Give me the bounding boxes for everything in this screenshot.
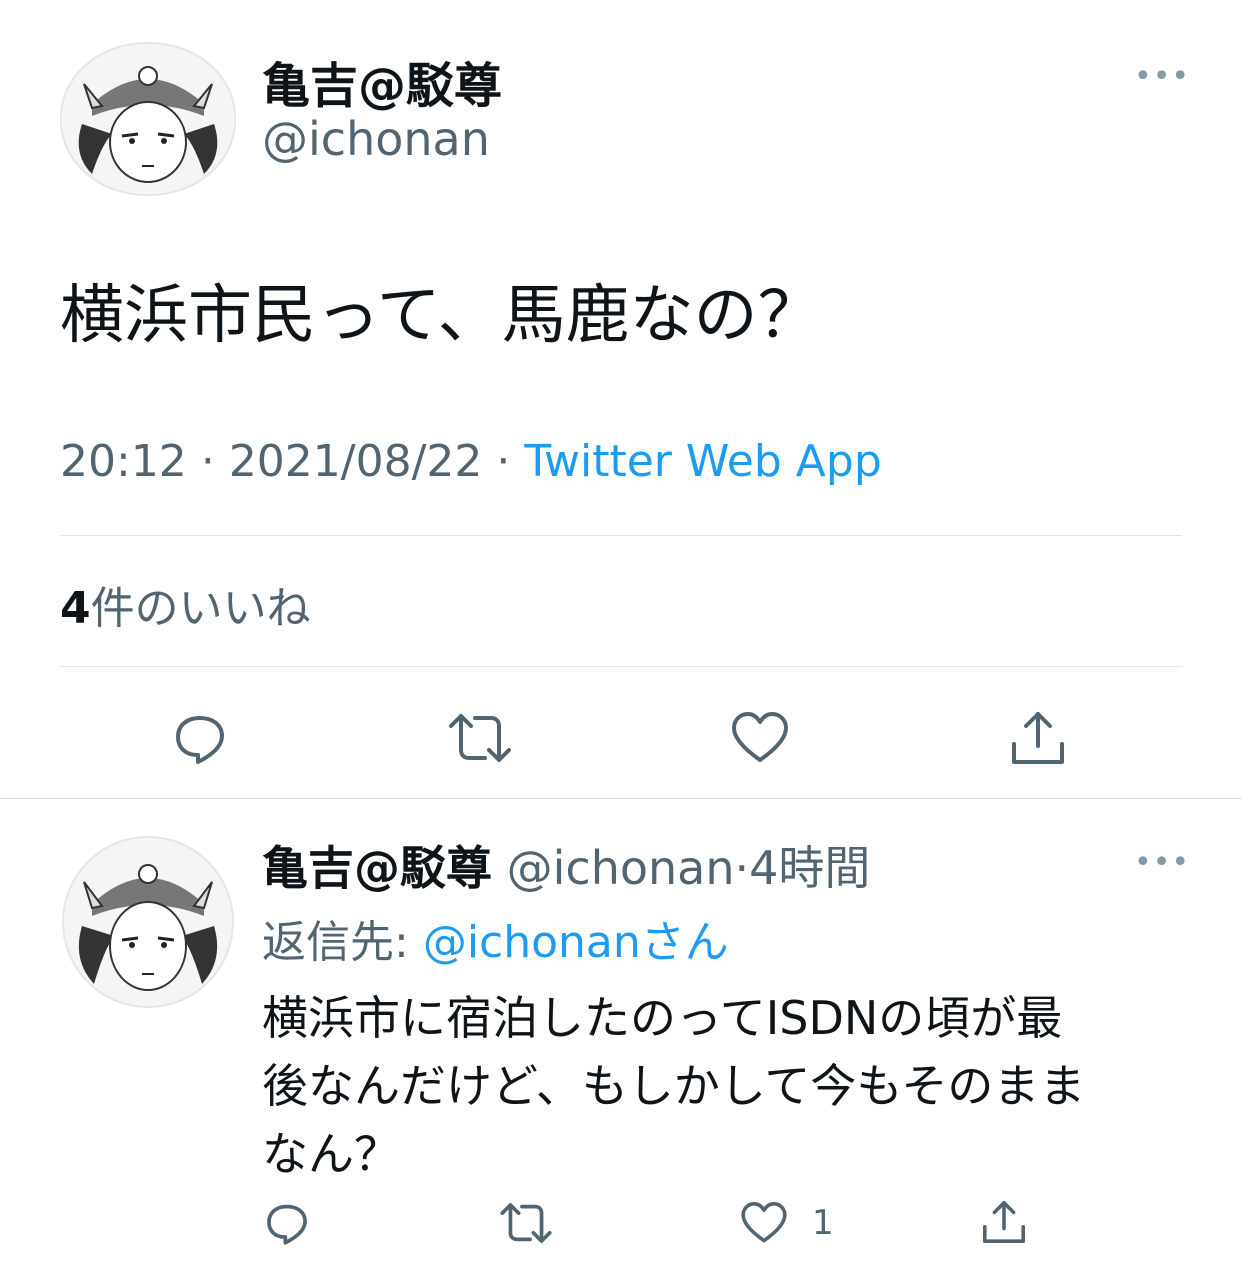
meta-separator: · [200, 436, 215, 487]
tweet-time: 20:12 [60, 436, 187, 487]
heart-icon [741, 1202, 787, 1243]
tweet-text: 横浜市民って、馬鹿なの？ [60, 279, 822, 353]
reply-separator: · [734, 841, 750, 895]
likes-label: 件のいいね [90, 583, 311, 634]
handle[interactable]: @ichonan [262, 112, 490, 166]
reply-header: 亀吉@駁尊 @ichonan·4時間 [262, 832, 870, 898]
share-icon [1012, 712, 1064, 764]
reply-text: 横浜市に宿泊したのってISDNの頃が最 後なんだけど、もしかして今もそのまま な… [262, 984, 1085, 1188]
like-button[interactable] [728, 706, 792, 770]
divider [60, 666, 1182, 667]
reply-button[interactable] [168, 706, 232, 770]
retweet-icon [449, 714, 511, 762]
tweet-meta: 20:12 · 2021/08/22 · Twitter Web App [60, 436, 882, 487]
source-link[interactable]: Twitter Web App [524, 436, 881, 487]
meta-separator: · [496, 436, 511, 487]
heart-icon [732, 712, 788, 762]
reply-icon [176, 716, 224, 764]
share-icon [983, 1201, 1025, 1243]
likes-count: 4 [60, 583, 91, 634]
avatar-illustration [62, 44, 234, 194]
reply-icon [267, 1204, 307, 1245]
reply-text-line: 横浜市に宿泊したのってISDNの頃が最 [262, 991, 1063, 1045]
section-divider [0, 798, 1242, 799]
divider [60, 535, 1182, 536]
more-icon[interactable]: ••• [1134, 848, 1190, 878]
reply-handle[interactable]: @ichonan [507, 841, 735, 895]
share-button[interactable] [978, 1196, 1030, 1248]
avatar[interactable] [60, 42, 236, 196]
reply-text-line: 後なんだけど、もしかして今もそのまま [262, 1059, 1086, 1113]
retweet-button[interactable] [498, 1198, 554, 1248]
reply-button[interactable] [262, 1198, 312, 1248]
like-count: 1 [812, 1203, 834, 1243]
reply-time[interactable]: 4時間 [749, 841, 870, 895]
retweet-button[interactable] [446, 706, 514, 770]
reply-text-line: なん？ [262, 1127, 400, 1181]
replying-to-handle[interactable]: @ichonanさん [423, 917, 729, 968]
replying-to: 返信先: @ichonanさん [262, 906, 729, 970]
tweet-date[interactable]: 2021/08/22 [229, 436, 483, 487]
reply-display-name[interactable]: 亀吉@駁尊 [262, 841, 492, 895]
display-name[interactable]: 亀吉@駁尊 [262, 46, 502, 116]
likes-count-row[interactable]: 4件のいいね [60, 572, 311, 636]
more-icon[interactable]: ••• [1134, 62, 1190, 92]
share-button[interactable] [1006, 706, 1070, 770]
like-button[interactable]: 1 [740, 1198, 834, 1248]
reply-avatar[interactable] [62, 836, 234, 1008]
avatar-illustration [64, 838, 232, 1006]
retweet-icon [500, 1203, 552, 1243]
replying-to-label: 返信先: [262, 917, 423, 968]
